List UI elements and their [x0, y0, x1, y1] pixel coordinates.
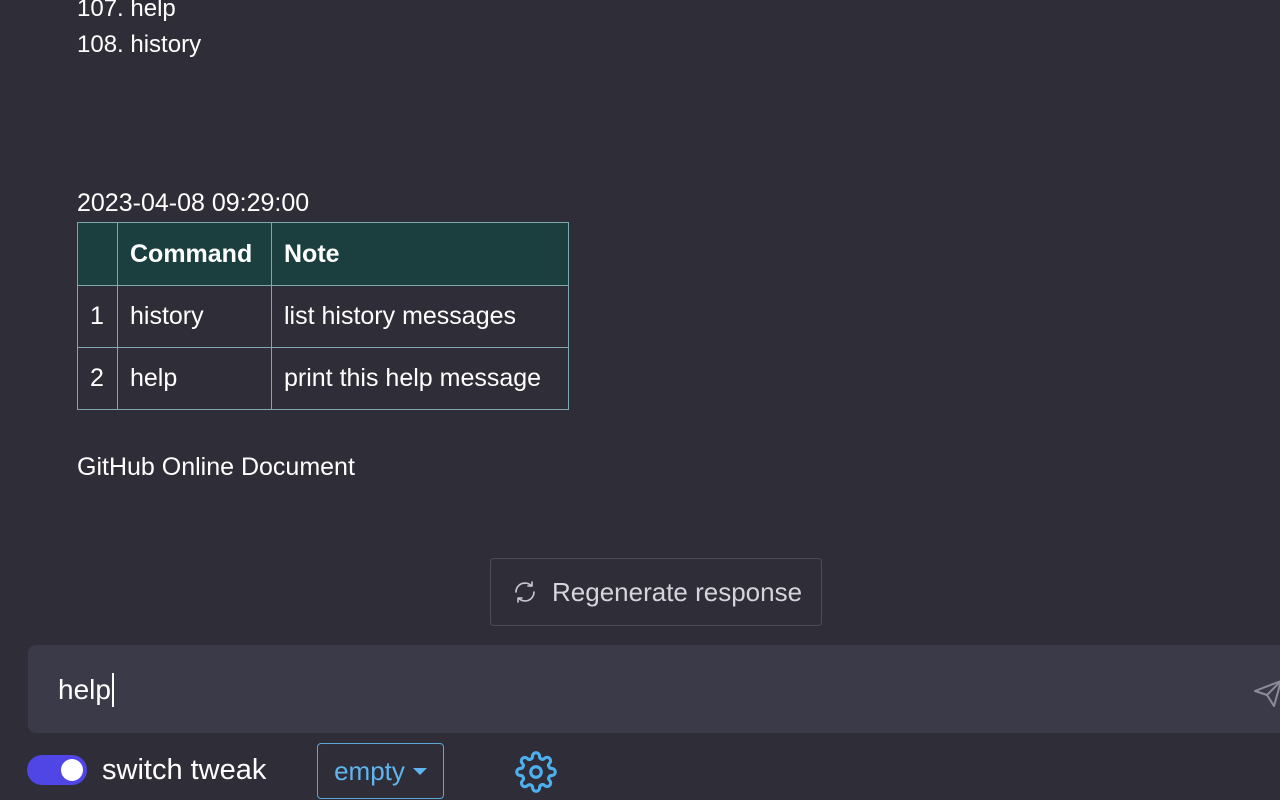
message-input[interactable]: help: [58, 673, 114, 707]
refresh-icon: [513, 580, 537, 604]
table-cell-command: help: [117, 347, 272, 410]
table-cell-index: 1: [77, 285, 118, 348]
chevron-down-icon: [412, 767, 427, 775]
chat-page: 107. help 108. history 2023-04-08 09:29:…: [0, 0, 1280, 800]
help-command-table: Command Note 1 history list history mess…: [77, 222, 569, 410]
send-icon[interactable]: [1252, 678, 1280, 708]
toggle-label: switch tweak: [102, 754, 267, 786]
toggle-knob: [61, 759, 83, 781]
mode-select-dropdown[interactable]: empty: [317, 743, 444, 799]
table-row: 1 history list history messages: [77, 285, 569, 348]
gear-icon[interactable]: [515, 751, 557, 793]
table-header-note: Note: [271, 222, 569, 286]
table-header-row: Command Note: [77, 222, 569, 286]
regenerate-label: Regenerate response: [552, 576, 803, 607]
table-row: 2 help print this help message: [77, 347, 569, 410]
table-cell-note: list history messages: [271, 285, 569, 348]
table-cell-note: print this help message: [271, 347, 569, 410]
github-document-link[interactable]: GitHub Online Document: [77, 452, 355, 482]
message-timestamp: 2023-04-08 09:29:00: [77, 189, 310, 217]
regenerate-response-button[interactable]: Regenerate response: [490, 558, 822, 626]
table-header-index: [77, 222, 118, 286]
message-input-bar: help: [28, 645, 1280, 733]
table-cell-command: history: [117, 285, 272, 348]
history-item: 107. help: [77, 0, 176, 22]
history-item: 108. history: [77, 31, 202, 58]
message-input-value: help: [58, 674, 111, 705]
table-header-command: Command: [117, 222, 272, 286]
select-value: empty: [334, 755, 405, 786]
tweak-toggle-switch[interactable]: [27, 755, 87, 785]
text-caret: [111, 673, 114, 707]
table-cell-index: 2: [77, 347, 118, 410]
